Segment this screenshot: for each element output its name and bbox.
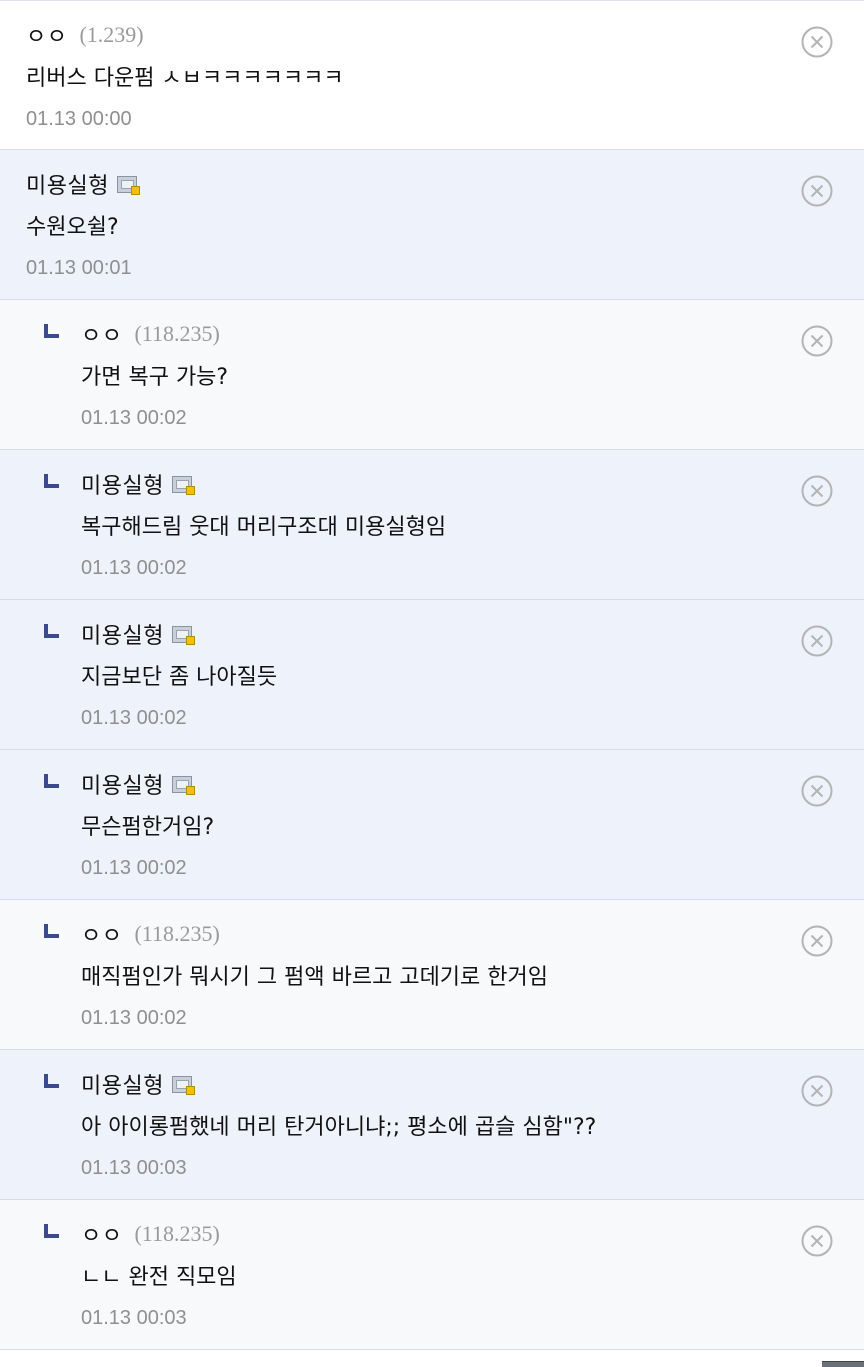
fixed-nick-badge-icon [171,775,195,795]
comment-author: ㅇㅇ (118.235) [81,1218,784,1250]
comment-author: 미용실형 [81,768,784,800]
comment-text: ㄴㄴ 완전 직모임 [81,1265,237,1290]
close-circle-icon[interactable] [800,324,834,358]
comment-body: 미용실형 수원오쉴? 01.13 00:01 [26,168,784,282]
comment-body: ㅇㅇ (1.239) 리버스 다운펌 ㅅㅂㅋㅋㅋㅋㅋㅋㅋ 01.13 00:00 [26,19,784,133]
reply-arrow-icon [44,924,59,938]
close-circle-icon[interactable] [800,25,834,59]
comment-author: ㅇㅇ (118.235) [81,318,784,350]
comment-time: 01.13 00:00 [26,108,132,130]
reply-item: 미용실형 복구해드림 웃대 머리구조대 미용실형임 01.13 00:02 [0,450,864,600]
ip-address: (118.235) [134,921,220,946]
comment-body: 미용실형 지금보단 좀 나아질듯 01.13 00:02 [81,618,784,732]
comment-author: 미용실형 [81,1068,784,1100]
comment-text: 리버스 다운펌 ㅅㅂㅋㅋㅋㅋㅋㅋㅋ [26,66,344,91]
nickname[interactable]: ㅇㅇ [81,1218,122,1250]
close-circle-icon[interactable] [800,1224,834,1258]
reply-item: 미용실형 무슨펌한거임? 01.13 00:02 [0,750,864,900]
close-circle-icon[interactable] [800,174,834,208]
comment-author: 미용실형 [81,618,784,650]
reply-arrow-icon [44,1074,59,1088]
comment-text: 지금보단 좀 나아질듯 [81,665,278,690]
comment-text: 매직펌인가 뭐시기 그 펌액 바르고 고데기로 한거임 [81,965,549,990]
comment-time: 01.13 00:02 [81,407,187,429]
close-circle-icon[interactable] [800,774,834,808]
comment-body: 미용실형 아 아이롱펌했네 머리 탄거아니냐;; 평소에 곱슬 심함"?? 01… [81,1068,784,1182]
reply-arrow-icon [44,324,59,338]
fixed-nick-badge-icon [116,175,140,195]
comment-author: ㅇㅇ (1.239) [26,19,784,51]
ip-address: (118.235) [134,1221,220,1246]
fixed-nick-badge-icon [171,1075,195,1095]
comment-body: 미용실형 복구해드림 웃대 머리구조대 미용실형임 01.13 00:02 [81,468,784,582]
close-circle-icon[interactable] [800,474,834,508]
comment-text: 수원오쉴? [26,215,119,240]
comment-body: ㅇㅇ (118.235) ㄴㄴ 완전 직모임 01.13 00:03 [81,1218,784,1332]
nickname[interactable]: 미용실형 [26,168,109,200]
comment-time: 01.13 00:02 [81,1007,187,1029]
close-circle-icon[interactable] [800,1074,834,1108]
close-circle-icon[interactable] [800,624,834,658]
comment-author: 미용실형 [81,468,784,500]
comment-body: ㅇㅇ (118.235) 매직펌인가 뭐시기 그 펌액 바르고 고데기로 한거임… [81,918,784,1032]
comment-time: 01.13 00:02 [81,557,187,579]
reply-item: 미용실형 지금보단 좀 나아질듯 01.13 00:02 [0,600,864,750]
nickname[interactable]: 미용실형 [81,1068,164,1100]
reply-arrow-icon [44,774,59,788]
nickname[interactable]: 미용실형 [81,618,164,650]
comment-text: 복구해드림 웃대 머리구조대 미용실형임 [81,515,447,540]
close-circle-icon[interactable] [800,924,834,958]
comment-list: ㅇㅇ (1.239) 리버스 다운펌 ㅅㅂㅋㅋㅋㅋㅋㅋㅋ 01.13 00:00… [0,0,864,1367]
comment-author: ㅇㅇ (118.235) [81,918,784,950]
nickname[interactable]: 미용실형 [81,768,164,800]
reply-item: ㅇㅇ (118.235) 가면 복구 가능? 01.13 00:02 [0,300,864,450]
reply-arrow-icon [44,624,59,638]
reply-arrow-icon [44,1224,59,1238]
comment-text: 무슨펌한거임? [81,815,215,840]
reply-arrow-icon [44,474,59,488]
comment-time: 01.13 00:03 [81,1307,187,1329]
nickname[interactable]: 미용실형 [81,468,164,500]
comment-time: 01.13 00:02 [81,707,187,729]
ip-address: (1.239) [79,22,144,47]
comment-text: 아 아이롱펌했네 머리 탄거아니냐;; 평소에 곱슬 심함"?? [81,1115,597,1140]
reply-item: ㅇㅇ (118.235) 매직펌인가 뭐시기 그 펌액 바르고 고데기로 한거임… [0,900,864,1050]
comment-time: 01.13 00:01 [26,257,132,279]
reply-item: ㅇㅇ (118.235) ㄴㄴ 완전 직모임 01.13 00:03 [0,1200,864,1350]
comment-item: 미용실형 수원오쉴? 01.13 00:01 [0,150,864,300]
comment-author: 미용실형 [26,168,784,200]
comment-time: 01.13 00:02 [81,857,187,879]
comment-time: 01.13 00:03 [81,1157,187,1179]
nickname[interactable]: ㅇㅇ [81,318,122,350]
nickname[interactable]: ㅇㅇ [81,918,122,950]
nickname[interactable]: ㅇㅇ [26,19,67,51]
ip-address: (118.235) [134,321,220,346]
comment-body: 미용실형 무슨펌한거임? 01.13 00:02 [81,768,784,882]
comment-item: ㅇㅇ (1.239) 리버스 다운펌 ㅅㅂㅋㅋㅋㅋㅋㅋㅋ 01.13 00:00 [0,1,864,150]
comment-body: ㅇㅇ (118.235) 가면 복구 가능? 01.13 00:02 [81,318,784,432]
comment-text: 가면 복구 가능? [81,365,229,390]
scroll-handle[interactable] [822,1361,864,1367]
fixed-nick-badge-icon [171,625,195,645]
reply-item: 미용실형 아 아이롱펌했네 머리 탄거아니냐;; 평소에 곱슬 심함"?? 01… [0,1050,864,1200]
fixed-nick-badge-icon [171,475,195,495]
